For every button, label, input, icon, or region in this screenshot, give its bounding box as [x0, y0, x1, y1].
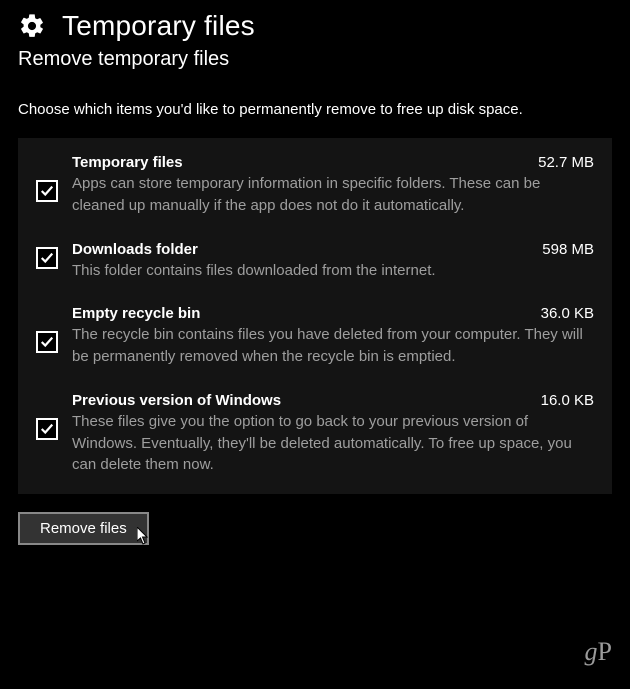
item-title: Temporary files: [72, 154, 183, 171]
remove-files-button[interactable]: Remove files: [18, 512, 149, 545]
remove-files-label: Remove files: [40, 520, 127, 537]
list-item: Downloads folder 598 MB This folder cont…: [36, 241, 594, 282]
page-subtitle: Remove temporary files: [18, 48, 612, 71]
item-desc: This folder contains files downloaded fr…: [72, 260, 594, 282]
checkbox-temporary-files[interactable]: [36, 180, 58, 202]
items-panel: Temporary files 52.7 MB Apps can store t…: [18, 138, 612, 494]
list-item: Previous version of Windows 16.0 KB Thes…: [36, 392, 594, 476]
item-size: 36.0 KB: [541, 305, 594, 322]
checkbox-empty-recycle-bin[interactable]: [36, 331, 58, 353]
check-icon: [40, 184, 54, 198]
checkbox-previous-windows[interactable]: [36, 418, 58, 440]
item-size: 598 MB: [542, 241, 594, 258]
item-title: Previous version of Windows: [72, 392, 281, 409]
instruction-text: Choose which items you'd like to permane…: [18, 99, 612, 120]
item-desc: The recycle bin contains files you have …: [72, 324, 594, 368]
check-icon: [40, 335, 54, 349]
watermark: gP: [585, 637, 612, 667]
watermark-p: P: [598, 637, 612, 666]
item-desc: Apps can store temporary information in …: [72, 173, 594, 217]
item-size: 52.7 MB: [538, 154, 594, 171]
item-title: Downloads folder: [72, 241, 198, 258]
check-icon: [40, 251, 54, 265]
cursor-icon: [137, 527, 149, 545]
item-size: 16.0 KB: [541, 392, 594, 409]
item-title: Empty recycle bin: [72, 305, 200, 322]
page-title: Temporary files: [62, 10, 255, 42]
watermark-g: g: [585, 637, 598, 666]
check-icon: [40, 422, 54, 436]
item-desc: These files give you the option to go ba…: [72, 411, 594, 476]
list-item: Temporary files 52.7 MB Apps can store t…: [36, 154, 594, 217]
list-item: Empty recycle bin 36.0 KB The recycle bi…: [36, 305, 594, 368]
gear-icon: [18, 12, 46, 40]
checkbox-downloads-folder[interactable]: [36, 247, 58, 269]
